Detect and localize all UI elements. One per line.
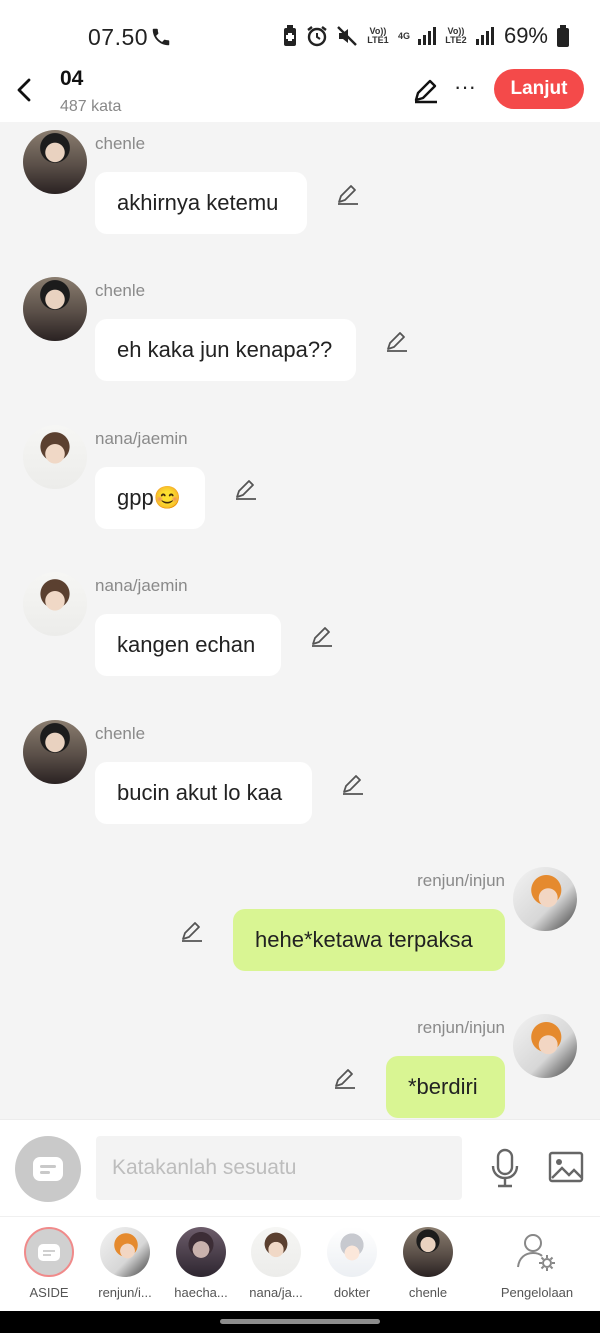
microphone-icon[interactable] [488,1148,522,1188]
character-label: haecha... [174,1285,228,1300]
battery-saver-icon [283,25,296,46]
character-tab-chenle[interactable]: chenle [393,1227,463,1300]
sender-name: nana/jaemin [95,429,188,448]
avatar-renjun-injun[interactable] [513,1014,577,1078]
message-bubble[interactable]: hehe*ketawa terpaksa [233,909,505,971]
back-button[interactable] [10,74,38,106]
image-icon[interactable] [548,1150,584,1184]
aside-icon [33,1157,63,1181]
chevron-left-icon [17,78,31,102]
avatar-chenle[interactable] [23,277,87,341]
signal1-icon [417,27,436,45]
sender-name: renjun/injun [417,871,505,890]
sender-name: chenle [95,724,146,743]
avatar-renjun-injun[interactable] [513,867,577,931]
edit-message-icon[interactable] [234,477,258,501]
status-icons: Vo)) LTE1 4G Vo)) LTE2 69% [282,22,570,50]
user-settings-icon [517,1234,555,1271]
avatar [100,1227,150,1277]
message-bubble[interactable]: eh kaka jun kenapa?? [95,319,356,381]
character-tab-aside[interactable]: ASIDE [14,1227,84,1300]
message-bubble[interactable]: bucin akut lo kaa [95,762,312,824]
edit-message-icon[interactable] [333,1066,357,1090]
manage-characters-button[interactable]: Pengelolaan [496,1227,578,1300]
sender-name: chenle [95,281,146,300]
aside-icon [38,1243,60,1261]
status-bar: 07.50 Vo)) LTE1 4G Vo)) LTE2 69% [0,0,600,62]
message-bubble[interactable]: *berdiri [386,1056,505,1118]
continue-button[interactable]: Lanjut [494,69,584,109]
message-bubble[interactable]: akhirnya ketemu [95,172,307,234]
character-label: nana/ja... [249,1285,303,1300]
story-header: 04 487 kata ··· Lanjut [0,62,600,122]
avatar-nana-jaemin[interactable] [23,572,87,636]
message-bubble[interactable]: gpp😊 [95,467,205,529]
signal2-icon [475,27,494,45]
composer [0,1119,600,1216]
character-tab-dokter[interactable]: dokter [317,1227,387,1300]
avatar-nana-jaemin[interactable] [23,425,87,489]
sender-name: nana/jaemin [95,576,188,595]
character-tab-nana[interactable]: nana/ja... [241,1227,311,1300]
avatar [251,1227,301,1277]
character-label: chenle [408,1285,448,1300]
chat-area[interactable]: chenle akhirnya ketemu chenle eh kaka ju… [0,122,600,1119]
aside-button[interactable] [15,1136,81,1202]
battery-percent: 69% [503,23,548,48]
volte1-indicator: Vo)) LTE1 [367,26,389,45]
avatar-chenle[interactable] [23,720,87,784]
avatar [176,1227,226,1277]
sender-name: chenle [95,134,146,153]
edit-pencil-icon[interactable] [412,76,440,104]
character-label: renjun/i... [98,1285,152,1300]
word-count: 487 kata [60,98,122,115]
edit-message-icon[interactable] [310,624,334,648]
edit-message-icon[interactable] [341,772,365,796]
more-options-button[interactable]: ··· [452,76,478,104]
character-label: ASIDE [29,1285,69,1300]
message-input[interactable] [96,1136,462,1200]
avatar [512,1227,562,1277]
message-bubble[interactable]: kangen echan [95,614,281,676]
character-bar: ASIDE renjun/i... haecha... nana/ja... d… [0,1216,600,1311]
character-tab-haechan[interactable]: haecha... [166,1227,236,1300]
sender-name: renjun/injun [417,1018,505,1037]
phone-call-icon [152,28,170,46]
avatar-chenle[interactable] [23,130,87,194]
home-indicator[interactable] [220,1319,380,1324]
edit-message-icon[interactable] [180,919,204,943]
character-tab-renjun[interactable]: renjun/i... [90,1227,160,1300]
status-time: 07.50 [88,24,149,50]
volte2-indicator: Vo)) LTE2 [445,26,467,45]
alarm-icon [307,26,327,47]
page-title: 04 [60,67,84,90]
mute-icon [337,26,357,46]
battery-icon [557,25,569,47]
edit-message-icon[interactable] [385,329,409,353]
edit-message-icon[interactable] [336,182,360,206]
character-label: dokter [333,1285,371,1300]
avatar [327,1227,377,1277]
system-navigation-bar [0,1311,600,1333]
aside-avatar [24,1227,74,1277]
network-4g-indicator: 4G [397,30,410,41]
character-label: Pengelolaan [500,1285,574,1300]
avatar [403,1227,453,1277]
